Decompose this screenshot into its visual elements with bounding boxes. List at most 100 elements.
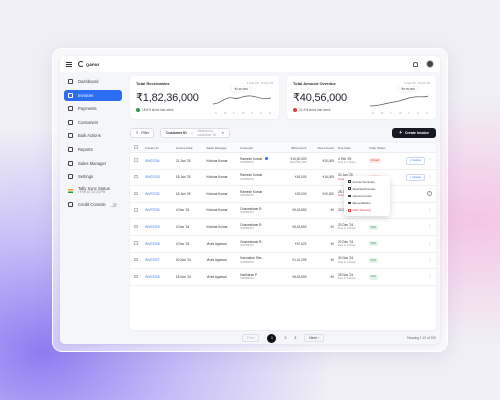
bell-icon[interactable] [413, 61, 418, 67]
customer-cell: Ramesh Kumar SUP89703 [240, 173, 283, 181]
menu-item-cancel-invoice[interactable]: Cancel Invoice [344, 192, 390, 199]
sidebar-item-reports[interactable]: Reports [64, 144, 122, 155]
download-invoice-button[interactable]: ⤓ Invoice [406, 156, 425, 165]
page-1-button[interactable]: 1 [267, 333, 277, 343]
customer-id: SUP89703 [240, 226, 254, 231]
create-invoice-button[interactable]: + Create Invoice [392, 127, 436, 138]
row-checkbox[interactable] [134, 241, 138, 245]
table-row[interactable]: INV07232 18 Jan '25 Krishna Kumar Ramesh Ku… [130, 186, 436, 203]
due-amount: ₹0 [330, 225, 335, 230]
sidebar-item-credit-console[interactable]: Credit Console [64, 199, 122, 210]
menu-icon[interactable] [66, 61, 72, 67]
more-options-icon[interactable]: ⋮ [426, 191, 432, 197]
trend-text: 18.5% since last week [142, 108, 174, 112]
status-badge: Paid [368, 274, 378, 280]
column-header[interactable]: Order Status [369, 146, 397, 150]
customer-id: SUP89703 [240, 193, 254, 198]
more-options-icon[interactable]: ⋮ [428, 157, 432, 162]
table-row[interactable]: INV07230 4 Dec '24 Krishna Kumar Gnaneshwar… [130, 203, 436, 220]
credit-console-toggle[interactable] [109, 202, 117, 207]
row-checkbox[interactable] [134, 174, 138, 179]
customer-id: SUP89703 [240, 209, 254, 214]
invoice-id-link[interactable]: INV07232 [145, 192, 176, 196]
row-actions: ⋮ [396, 241, 436, 246]
more-options-icon[interactable]: ⋮ [428, 274, 432, 279]
sidebar-item-settings[interactable]: Settings [64, 171, 122, 182]
row-checkbox[interactable] [134, 191, 138, 196]
overdue-sparkline: ₹6,70,000 S M T W T F S [369, 86, 429, 115]
invoice-id-link[interactable]: INV07233 [145, 175, 176, 179]
next-page-button[interactable]: Next › [304, 334, 324, 342]
more-options-icon[interactable]: ⋮ [428, 258, 432, 263]
invoice-id-link[interactable]: INV07230 [145, 208, 176, 212]
menu-item-invoice-summary[interactable]: Invoice Summary [344, 178, 390, 185]
table-row[interactable]: INV07234 21 Jan '25 Krishna Kumar Ramesh Ku… [130, 153, 436, 170]
table-row[interactable]: INV07233 18 Jan '25 Krishna Kumar Ramesh Ku… [130, 170, 436, 187]
menu-item-mark-disputes[interactable]: Mark Disputes [344, 207, 390, 214]
more-options-icon[interactable]: ⋮ [428, 224, 432, 229]
column-header[interactable]: Sales Manager [206, 146, 240, 150]
column-header[interactable]: Invoice ID [145, 146, 176, 150]
menu-item-download-invoice[interactable]: Download Invoice [344, 185, 390, 192]
column-header[interactable]: Invoice Date [176, 146, 207, 150]
page-3-button[interactable]: 3 [294, 336, 296, 340]
logo-mark-icon [78, 61, 84, 67]
column-header[interactable]: Customer [240, 146, 283, 150]
invoice-date: 21 Jan '25 [175, 158, 191, 163]
table-row[interactable]: INV07228 4 Dec '24 Vivek Agarwal Gnaneshwar… [130, 236, 436, 253]
bill-amount: ₹16,000 [283, 175, 311, 179]
filter-button[interactable]: ≡ Filter [130, 127, 154, 138]
more-options-icon[interactable]: ⋮ [428, 174, 432, 179]
prev-page-button[interactable]: Prev [242, 334, 260, 342]
table-row[interactable]: INV07229 4 Dec '24 Krishna Kumar Gnaneshwar… [130, 219, 436, 236]
sidebar-item-payments[interactable]: Payments [64, 103, 122, 114]
app-logo[interactable]: QAPAY [78, 61, 100, 67]
row-checkbox[interactable] [134, 208, 138, 212]
invoice-date: 18 Jan '25 [175, 191, 191, 196]
sidebar-item-dashboard[interactable]: Dashboard [64, 76, 122, 87]
row-checkbox[interactable] [134, 257, 138, 262]
app-window: QAPAY Dashboard Invoices Payments Customers… [60, 56, 440, 344]
avatar[interactable] [426, 60, 434, 68]
sidebar-item-sales-manager[interactable]: Sales Manager [64, 158, 122, 169]
invoice-id-link[interactable]: INV07234 [145, 159, 176, 163]
bill-amount: ₹20,000 [283, 192, 311, 196]
page-2-button[interactable]: 2 [284, 336, 286, 340]
more-options-icon[interactable]: ⋮ [428, 208, 432, 213]
customer-search[interactable]: Customer ID ⌄ Search by customer ID ⌕ [160, 127, 230, 138]
menu-item-icon [348, 180, 351, 183]
column-header[interactable]: Due Amount [311, 146, 339, 150]
due-note: Due in 4 Days [338, 243, 356, 248]
row-checkbox[interactable] [134, 158, 138, 162]
top-bar: QAPAY [60, 56, 440, 72]
search-input[interactable]: Search by customer ID [197, 129, 221, 137]
table-row[interactable]: INV07227 20 Nov '24 Vivek Agarwal Karunakar… [130, 253, 436, 270]
invoice-id-link[interactable]: INV07227 [145, 258, 176, 262]
status-badge: Paid [368, 224, 378, 230]
pagination: Prev 1 2 3 Next › Showing 1-10 of 200 [130, 333, 436, 343]
search-field-select[interactable]: Customer ID [166, 131, 187, 135]
invoice-id-link[interactable]: INV07229 [145, 225, 176, 229]
row-checkbox[interactable] [134, 274, 138, 279]
card-period[interactable]: 1 Feb 25 - 8 Feb 25 [404, 81, 430, 85]
card-period[interactable]: 1 Feb 25 - 8 Feb 25 [247, 81, 273, 85]
sidebar-item-tally-sync[interactable]: Tally Sync Status • Feb 14, 10:23 PM [64, 185, 122, 197]
sidebar-item-bulk-actions[interactable]: Bulk Actions [64, 130, 122, 141]
sidebar-item-customers[interactable]: Customers [64, 117, 122, 128]
sync-status: Tally Sync Status • Feb 14, 10:23 PM [78, 186, 110, 195]
day-label: T [408, 111, 410, 115]
select-all-checkbox[interactable] [134, 145, 138, 149]
column-header[interactable]: Bill Amount [283, 146, 311, 150]
column-header[interactable]: Due Date [338, 146, 369, 150]
download-invoice-button[interactable]: ⤓ Invoice [406, 173, 425, 182]
row-select-cell [130, 174, 145, 180]
invoice-id-link[interactable]: INV07228 [145, 242, 176, 246]
invoice-id-link[interactable]: INV07226 [145, 275, 176, 279]
menu-item-reconciliation[interactable]: Reconciliation [344, 200, 390, 207]
table-row[interactable]: INV07226 18 Nov '24 Vivek Agarwal Hariharan… [130, 269, 436, 286]
row-checkbox[interactable] [134, 224, 138, 229]
more-options-icon[interactable]: ⋮ [428, 241, 432, 246]
sidebar-item-invoices[interactable]: Invoices [64, 89, 122, 101]
due-amount: ₹20,000 [322, 191, 335, 196]
sidebar: Dashboard Invoices Payments Customers Bulk A… [60, 72, 126, 344]
